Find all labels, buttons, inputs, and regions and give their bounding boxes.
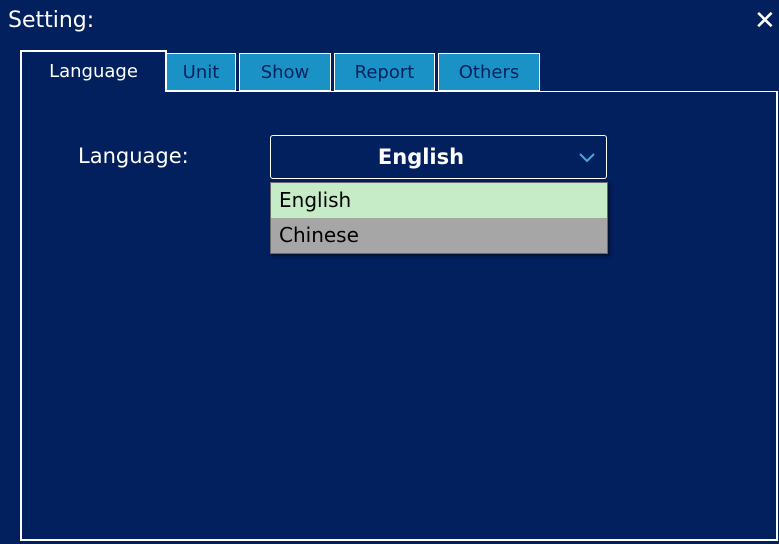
tab-others[interactable]: Others (438, 53, 540, 91)
tab-unit[interactable]: Unit (166, 53, 236, 91)
tab-report[interactable]: Report (334, 53, 435, 91)
language-label: Language: (78, 144, 189, 168)
close-icon[interactable]: ✕ (754, 8, 778, 34)
language-dropdown-list: English Chinese (270, 182, 608, 254)
tab-show[interactable]: Show (239, 53, 331, 91)
chevron-down-icon (579, 153, 595, 163)
dialog-title: Setting: (8, 8, 95, 33)
language-select[interactable]: English (270, 135, 607, 179)
language-select-value: English (377, 145, 465, 169)
frame-border-right (776, 91, 778, 541)
frame-border-left (20, 50, 22, 541)
settings-dialog: Setting: ✕ Language Unit Show Report Oth… (0, 0, 779, 544)
language-option-english[interactable]: English (271, 183, 607, 218)
language-option-chinese[interactable]: Chinese (271, 218, 607, 253)
frame-border-bottom (20, 539, 778, 541)
tab-language[interactable]: Language (20, 50, 167, 92)
